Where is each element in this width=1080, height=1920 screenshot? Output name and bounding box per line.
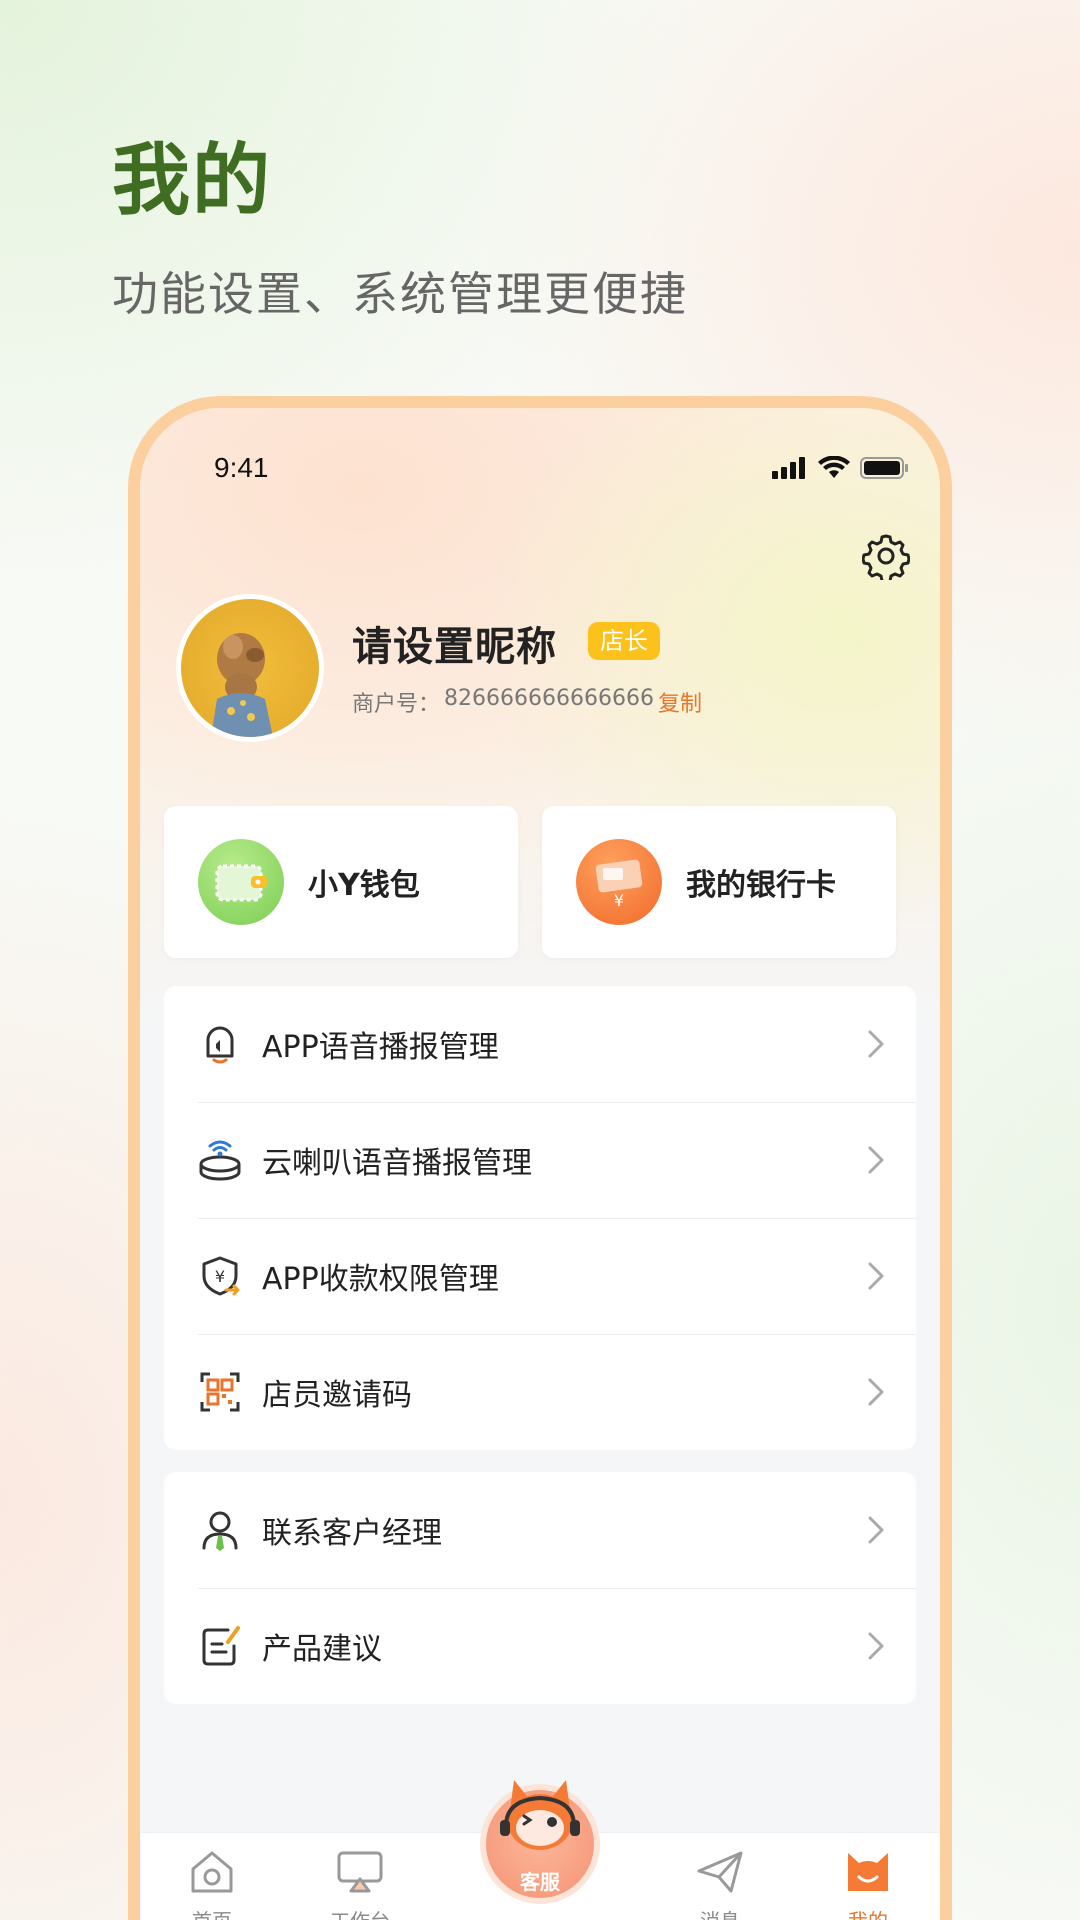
profile-icon xyxy=(848,1853,888,1891)
menu-label: 产品建议 xyxy=(262,1632,382,1667)
menu-item-cloud-speaker[interactable]: 云喇叭语音播报管理 xyxy=(164,1102,916,1218)
svg-text:¥: ¥ xyxy=(215,1267,225,1286)
cloud-speaker-icon xyxy=(199,1140,241,1181)
workbench-icon xyxy=(337,1851,383,1893)
tab-messages[interactable]: 消息 xyxy=(660,1847,780,1920)
bank-card-card[interactable]: ¥ 我的银行卡 xyxy=(542,806,896,958)
wallet-card[interactable]: 小Y钱包 xyxy=(164,806,518,958)
menu-item-app-voice[interactable]: APP语音播报管理 xyxy=(164,986,916,1102)
settings-menu-group: APP语音播报管理 云喇叭语音播报管理 ¥ APP收款权限管理 店员邀请码 xyxy=(164,986,916,1450)
menu-label: 云喇叭语音播报管理 xyxy=(262,1146,532,1181)
tab-label: 消息 xyxy=(660,1905,780,1920)
merchant-id: 826666666666666 xyxy=(444,686,654,711)
wallet-icon xyxy=(198,839,284,925)
support-menu-group: 联系客户经理 产品建议 xyxy=(164,1472,916,1704)
menu-label: APP语音播报管理 xyxy=(262,1030,499,1065)
menu-item-product-feedback[interactable]: 产品建议 xyxy=(164,1588,916,1704)
account-manager-icon xyxy=(202,1511,238,1551)
wifi-icon xyxy=(818,456,850,478)
chevron-right-icon xyxy=(868,1632,884,1660)
qr-code-icon xyxy=(200,1372,240,1412)
tab-label: 我的 xyxy=(808,1905,928,1920)
status-bar: 9:41 xyxy=(140,408,940,518)
menu-label: 店员邀请码 xyxy=(262,1378,412,1413)
merchant-label: 商户号： xyxy=(352,692,441,717)
svg-text:¥: ¥ xyxy=(614,891,624,910)
status-icons xyxy=(772,456,910,480)
message-icon xyxy=(697,1851,743,1893)
home-icon xyxy=(191,1851,233,1893)
status-time: 9:41 xyxy=(214,452,269,483)
bank-card-label: 我的银行卡 xyxy=(686,868,836,903)
chevron-right-icon xyxy=(868,1516,884,1544)
phone-frame: 9:41 请设置昵称 店长 商户号： 826666666666666 复制 小Y… xyxy=(128,396,952,1920)
battery-icon xyxy=(860,457,908,479)
chevron-right-icon xyxy=(868,1378,884,1406)
chevron-right-icon xyxy=(868,1262,884,1290)
role-badge: 店长 xyxy=(588,622,660,660)
tab-label: 首页 xyxy=(152,1905,272,1920)
menu-item-account-manager[interactable]: 联系客户经理 xyxy=(164,1472,916,1588)
profile-header: 请设置昵称 店长 商户号： 826666666666666 复制 xyxy=(176,594,916,754)
menu-item-staff-invite[interactable]: 店员邀请码 xyxy=(164,1334,916,1450)
payment-permission-icon: ¥ xyxy=(202,1256,240,1296)
quick-cards: 小Y钱包 ¥ 我的银行卡 xyxy=(164,806,916,958)
nickname[interactable]: 请设置昵称 xyxy=(352,614,557,672)
settings-gear-icon[interactable] xyxy=(862,532,910,580)
hero-subtitle: 功能设置、系统管理更便捷 xyxy=(112,267,688,321)
signal-icon xyxy=(772,457,805,479)
tab-workbench[interactable]: 工作台 xyxy=(300,1847,420,1920)
hero-title: 我的 xyxy=(112,136,273,226)
tab-label: 工作台 xyxy=(300,1905,420,1920)
tab-home[interactable]: 首页 xyxy=(152,1847,272,1920)
avatar[interactable] xyxy=(176,594,324,742)
feedback-icon xyxy=(202,1626,240,1666)
wallet-label: 小Y钱包 xyxy=(308,868,420,903)
chevron-right-icon xyxy=(868,1030,884,1058)
service-label: 客服 xyxy=(520,1870,560,1894)
dog-avatar-image xyxy=(211,633,273,737)
menu-label: APP收款权限管理 xyxy=(262,1262,499,1297)
customer-service-button[interactable]: 客服 xyxy=(480,1770,600,1910)
menu-item-payment-permission[interactable]: ¥ APP收款权限管理 xyxy=(164,1218,916,1334)
bank-card-icon: ¥ xyxy=(576,839,662,925)
menu-label: 联系客户经理 xyxy=(262,1516,442,1551)
merchant-info: 商户号： 826666666666666 复制 xyxy=(352,686,702,718)
chevron-right-icon xyxy=(868,1146,884,1174)
copy-button[interactable]: 复制 xyxy=(658,686,702,718)
tab-profile[interactable]: 我的 xyxy=(808,1847,928,1920)
mascot-icon xyxy=(500,1780,580,1850)
voice-broadcast-icon xyxy=(206,1026,234,1064)
